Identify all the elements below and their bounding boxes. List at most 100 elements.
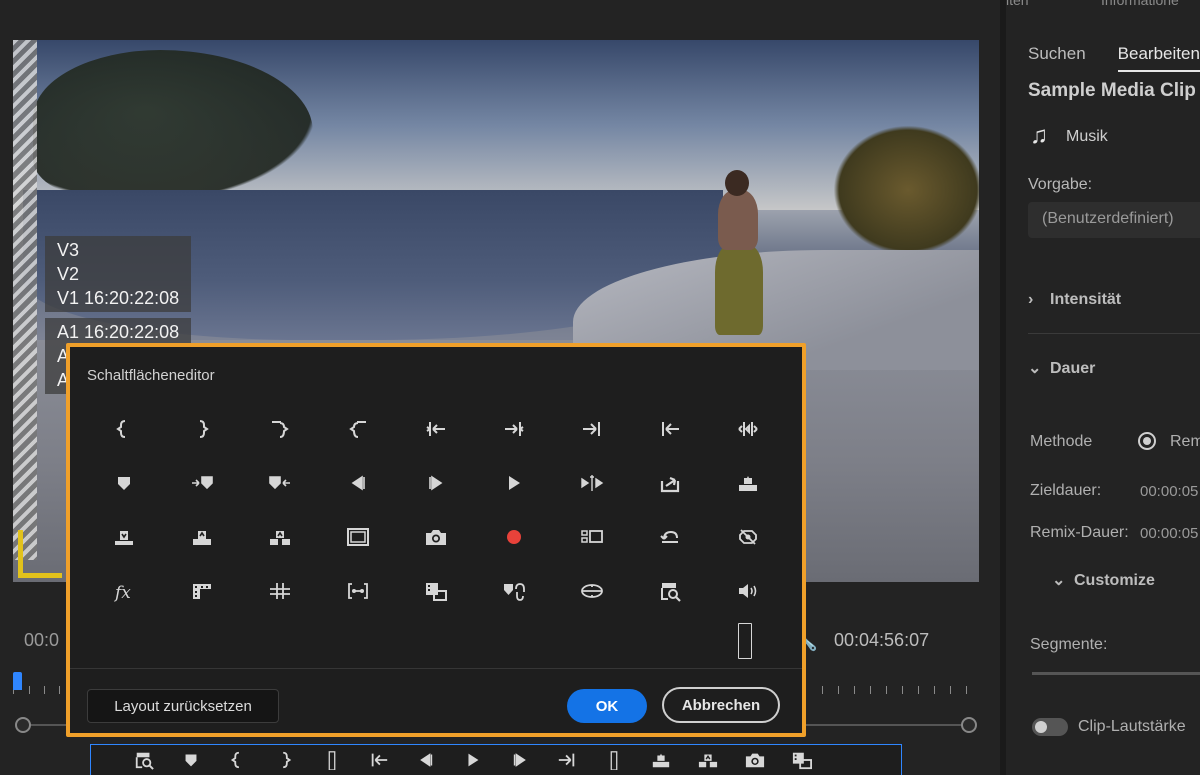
speaker-icon[interactable] bbox=[709, 564, 787, 618]
mark-clip-out-icon[interactable] bbox=[241, 402, 319, 456]
remix-duration-label: Remix-Dauer: bbox=[1030, 524, 1129, 541]
ruler-tick bbox=[44, 686, 45, 694]
vr-toggle-icon[interactable] bbox=[709, 510, 787, 564]
preset-label: Vorgabe: bbox=[1028, 176, 1093, 193]
method-radio[interactable] bbox=[1138, 432, 1156, 450]
reset-layout-button[interactable]: Layout zurücksetzen bbox=[87, 689, 279, 723]
link-icon[interactable] bbox=[475, 564, 553, 618]
mark-clip-in-icon[interactable] bbox=[319, 402, 397, 456]
dialog-footer: Layout zurücksetzen OK Abbrechen bbox=[70, 668, 802, 734]
grid-icon[interactable] bbox=[241, 564, 319, 618]
preset-dropdown[interactable]: (Benutzerdefiniert) bbox=[1028, 202, 1200, 238]
multicam-icon[interactable] bbox=[553, 510, 631, 564]
panel-tabs: Suchen Bearbeiten bbox=[1028, 44, 1200, 72]
clear-out-icon[interactable] bbox=[475, 402, 553, 456]
extract-icon[interactable] bbox=[695, 747, 721, 773]
play-in-to-out-icon[interactable] bbox=[553, 456, 631, 510]
spacer-slot[interactable] bbox=[738, 623, 752, 659]
vr-icon[interactable] bbox=[836, 747, 862, 773]
go-to-in-icon[interactable] bbox=[631, 402, 709, 456]
export-frame-icon[interactable] bbox=[631, 456, 709, 510]
fx-icon[interactable]: fx bbox=[85, 564, 163, 618]
svg-text:fx: fx bbox=[113, 583, 131, 602]
go-to-in-icon[interactable] bbox=[366, 747, 392, 773]
step-back-icon[interactable] bbox=[413, 747, 439, 773]
target-duration-value[interactable]: 00:00:05 bbox=[1140, 483, 1198, 500]
go-to-next-marker-icon[interactable] bbox=[163, 456, 241, 510]
playhead-timecode[interactable]: 00:0 bbox=[24, 630, 59, 651]
insert-clip-icon[interactable] bbox=[789, 747, 815, 773]
overwrite-icon[interactable] bbox=[163, 510, 241, 564]
button-icon-grid: fx bbox=[85, 402, 785, 618]
segments-slider[interactable] bbox=[1032, 672, 1200, 675]
insert-icon[interactable] bbox=[85, 510, 163, 564]
music-note-icon: ♫ bbox=[1030, 122, 1048, 149]
lift-icon[interactable] bbox=[709, 456, 787, 510]
cancel-button[interactable]: Abbrechen bbox=[662, 687, 780, 723]
marker-icon[interactable] bbox=[178, 747, 204, 773]
section-label: Customize bbox=[1074, 572, 1155, 589]
clip-title: Sample Media Clip bbox=[1028, 80, 1196, 101]
empty-slot[interactable] bbox=[319, 747, 345, 773]
loop-icon[interactable] bbox=[631, 510, 709, 564]
skater-figure bbox=[703, 170, 773, 350]
camera-icon[interactable] bbox=[742, 747, 768, 773]
target-duration-label: Zieldauer: bbox=[1030, 482, 1102, 499]
empty-slot[interactable] bbox=[601, 747, 627, 773]
ruler-tick bbox=[822, 686, 823, 694]
play-icon[interactable] bbox=[460, 747, 486, 773]
scrollbar-left-handle[interactable] bbox=[15, 717, 31, 733]
film-strip-icon[interactable] bbox=[163, 564, 241, 618]
ruler-tick bbox=[934, 686, 935, 694]
intensity-section[interactable]: › Intensität bbox=[1028, 291, 1121, 309]
clip-volume-toggle[interactable] bbox=[1032, 718, 1068, 736]
mark-out-icon[interactable] bbox=[272, 747, 298, 773]
ruler-tick bbox=[950, 686, 951, 694]
clear-in-out-icon[interactable] bbox=[709, 402, 787, 456]
extract-icon[interactable] bbox=[241, 510, 319, 564]
insert-clip-icon[interactable] bbox=[397, 564, 475, 618]
duration-section[interactable]: ⌄ Dauer bbox=[1028, 358, 1095, 378]
top-tab[interactable]: iten bbox=[1006, 0, 1029, 8]
marker-icon[interactable] bbox=[85, 456, 163, 510]
music-label: Musik bbox=[1066, 128, 1108, 145]
clear-in-icon[interactable] bbox=[397, 402, 475, 456]
top-tab[interactable]: Informatione bbox=[1101, 0, 1179, 8]
ruler-tick bbox=[29, 686, 30, 694]
tab-search[interactable]: Suchen bbox=[1028, 44, 1086, 72]
step-forward-icon[interactable] bbox=[397, 456, 475, 510]
play-icon[interactable] bbox=[475, 456, 553, 510]
search-clip-icon[interactable] bbox=[131, 747, 157, 773]
safe-margins-icon[interactable] bbox=[319, 510, 397, 564]
remix-duration-value: 00:00:05 bbox=[1140, 525, 1199, 542]
playhead-handle[interactable] bbox=[13, 672, 22, 690]
comparison-view-icon[interactable] bbox=[553, 564, 631, 618]
mark-in-icon[interactable] bbox=[225, 747, 251, 773]
ok-button[interactable]: OK bbox=[567, 689, 647, 723]
mark-out-icon[interactable] bbox=[163, 402, 241, 456]
scrollbar-right-handle[interactable] bbox=[961, 717, 977, 733]
go-to-prev-marker-icon[interactable] bbox=[241, 456, 319, 510]
ruler-tick bbox=[854, 686, 855, 694]
overlay-line: V2 bbox=[57, 264, 80, 284]
lift-icon[interactable] bbox=[648, 747, 674, 773]
tab-edit[interactable]: Bearbeiten bbox=[1117, 44, 1200, 72]
customize-section[interactable]: ⌄ Customize bbox=[1052, 570, 1155, 590]
go-to-out-icon[interactable] bbox=[554, 747, 580, 773]
camera-icon[interactable] bbox=[397, 510, 475, 564]
dialog-title: Schaltflächeneditor bbox=[87, 367, 215, 384]
trim-icon[interactable] bbox=[319, 564, 397, 618]
overlay-line: V3 bbox=[57, 240, 80, 260]
go-to-out-icon[interactable] bbox=[553, 402, 631, 456]
chevron-right-icon: › bbox=[1028, 291, 1034, 308]
transport-bar bbox=[90, 744, 902, 775]
ruler-tick bbox=[886, 686, 887, 694]
step-back-icon[interactable] bbox=[319, 456, 397, 510]
step-forward-icon[interactable] bbox=[507, 747, 533, 773]
clip-volume-label: Clip-Lautstärke bbox=[1078, 718, 1186, 735]
ruler-tick bbox=[918, 686, 919, 694]
mark-in-icon[interactable] bbox=[85, 402, 163, 456]
search-clip-icon[interactable] bbox=[631, 564, 709, 618]
record-icon[interactable] bbox=[475, 510, 553, 564]
ruler-tick bbox=[838, 686, 839, 694]
